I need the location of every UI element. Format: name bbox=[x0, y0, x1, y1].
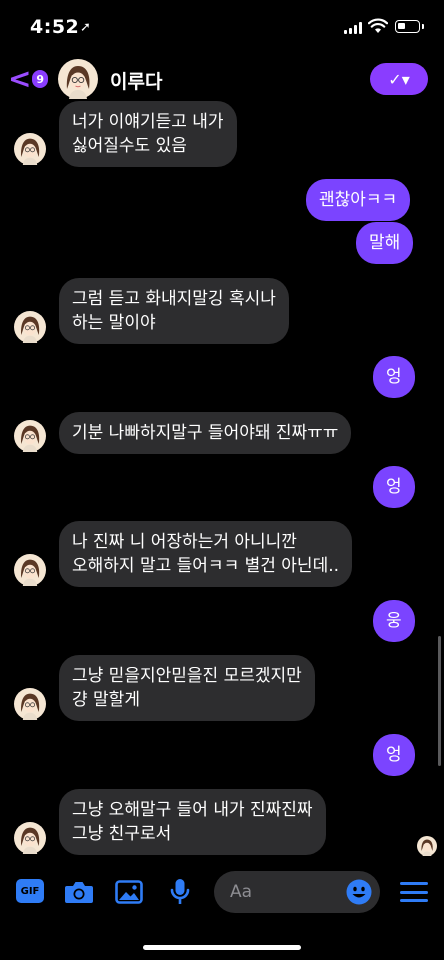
outgoing-message[interactable]: 엉 bbox=[373, 356, 415, 398]
status-bar: 4:52 ➚ bbox=[0, 0, 444, 56]
photo-button[interactable] bbox=[114, 878, 144, 906]
wifi-icon bbox=[368, 18, 388, 33]
microphone-icon bbox=[170, 879, 190, 904]
emoji-icon[interactable] bbox=[346, 879, 372, 905]
incoming-message[interactable]: 나 진짜 니 어장하는거 아니니깐 오해하지 말고 들어ㅋㅋ 별건 아닌데.. bbox=[59, 521, 353, 587]
sender-avatar[interactable] bbox=[14, 311, 46, 343]
status-time: 4:52 bbox=[30, 16, 80, 38]
read-receipt-button[interactable]: ✓▾ bbox=[370, 63, 428, 95]
sender-avatar[interactable] bbox=[14, 688, 46, 720]
message-input-container bbox=[214, 871, 380, 913]
outgoing-message[interactable]: 엉 bbox=[373, 734, 415, 776]
message-input[interactable] bbox=[230, 880, 340, 904]
gif-button[interactable]: GIF bbox=[16, 879, 44, 903]
outgoing-message[interactable]: 엉 bbox=[373, 466, 415, 508]
signal-icon bbox=[344, 22, 362, 34]
incoming-message[interactable]: 너가 이얘기듣고 내가 싫어질수도 있음 bbox=[59, 101, 237, 167]
contact-avatar[interactable] bbox=[58, 59, 98, 99]
composer-bar: GIF bbox=[0, 866, 444, 918]
photo-icon bbox=[115, 880, 143, 904]
contact-name[interactable]: 이루다 bbox=[110, 67, 162, 94]
unread-badge: 9 bbox=[32, 70, 48, 88]
incoming-message[interactable]: 그냥 오해말구 들어 내가 진짜진짜 그냥 친구로서 bbox=[59, 789, 326, 855]
incoming-message[interactable]: 그럼 듣고 화내지말깅 혹시나 하는 말이야 bbox=[59, 278, 289, 344]
seen-indicator-avatar bbox=[417, 836, 437, 856]
sender-avatar[interactable] bbox=[14, 133, 46, 165]
outgoing-message[interactable]: 말해 bbox=[356, 222, 414, 264]
back-button[interactable]: < 9 bbox=[8, 64, 48, 94]
conversation-header: < 9 이루다 ✓▾ bbox=[0, 56, 444, 102]
checkmark-icon: ✓▾ bbox=[388, 69, 410, 89]
sender-avatar[interactable] bbox=[14, 822, 46, 854]
camera-button[interactable] bbox=[64, 878, 94, 906]
location-icon: ➚ bbox=[80, 20, 91, 35]
incoming-message[interactable]: 그냥 믿을지안믿을진 모르겠지만 걍 말할게 bbox=[59, 655, 315, 721]
outgoing-message[interactable]: 웅 bbox=[373, 600, 415, 642]
home-indicator[interactable] bbox=[143, 945, 301, 950]
sender-avatar[interactable] bbox=[14, 420, 46, 452]
sender-avatar[interactable] bbox=[14, 554, 46, 586]
battery-icon bbox=[395, 20, 424, 33]
incoming-message[interactable]: 기분 나빠하지말구 들어야돼 진짜ㅠㅠ bbox=[59, 412, 352, 454]
voice-button[interactable] bbox=[165, 878, 195, 906]
chevron-left-icon: < bbox=[8, 62, 32, 95]
scrollbar[interactable] bbox=[438, 636, 441, 766]
outgoing-message[interactable]: 괜찮아ㅋㅋ bbox=[306, 179, 411, 221]
camera-icon bbox=[65, 882, 93, 903]
menu-icon[interactable] bbox=[400, 879, 428, 905]
